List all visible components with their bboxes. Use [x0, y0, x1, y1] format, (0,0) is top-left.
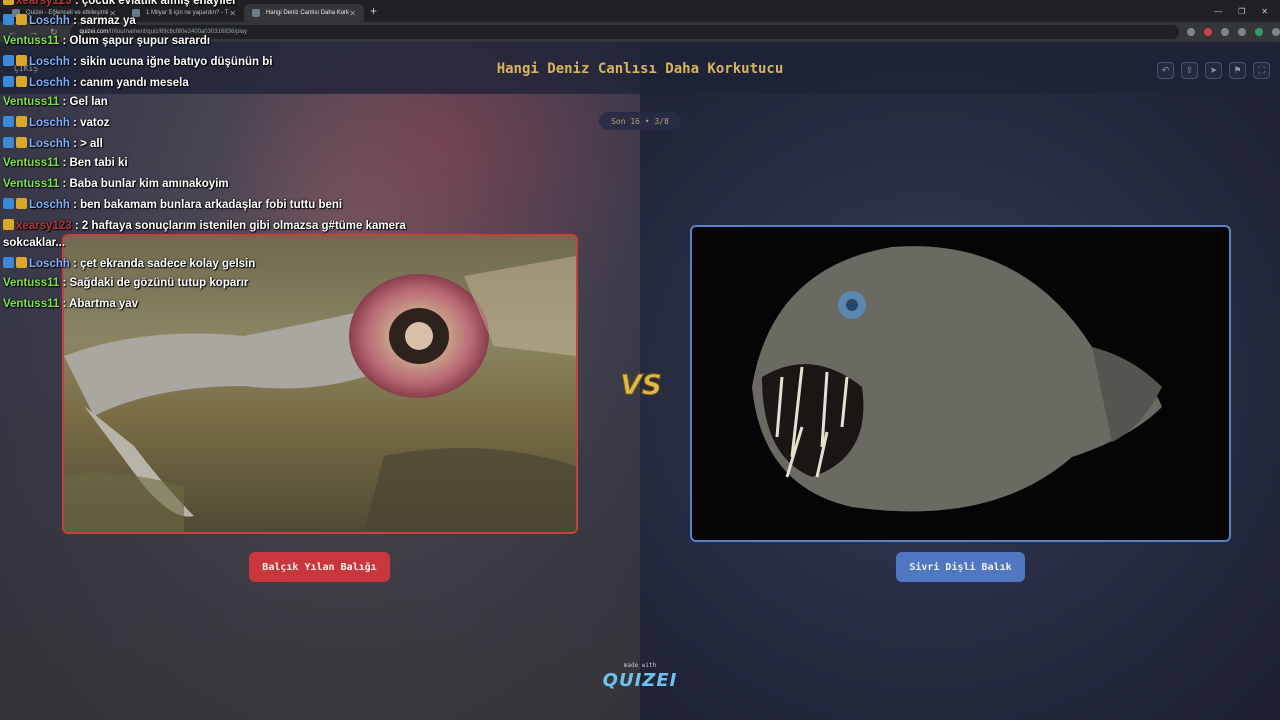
- chat-message: xearsy123 : 2 haftaya sonuçlarım istenil…: [3, 219, 406, 232]
- chat-text: : > all: [69, 138, 103, 150]
- menu-dots-icon[interactable]: [1272, 28, 1280, 36]
- chat-text: : Ben tabi ki: [59, 157, 128, 169]
- chat-text: : sikin ucuna iğne batıyo düşünün bi: [69, 56, 273, 68]
- share-icon[interactable]: ⇪: [1181, 62, 1198, 79]
- chat-text: : Sağdaki de gözünü tutup koparır: [59, 277, 249, 289]
- chat-username[interactable]: Ventuss11: [3, 35, 59, 47]
- left-option-button[interactable]: Balçık Yılan Balığı: [249, 552, 390, 582]
- chat-username[interactable]: Ventuss11: [3, 178, 59, 190]
- crown-badge-icon: [16, 198, 27, 209]
- chat-text: : çet ekranda sadece kolay gelsin: [69, 258, 256, 270]
- chat-message: Ventuss11 : Baba bunlar kim amınakoyim: [3, 178, 229, 190]
- prime-badge-icon: [3, 198, 14, 209]
- chat-text: : Gel lan: [59, 96, 108, 108]
- restore-icon[interactable]: ❐: [1238, 7, 1245, 16]
- chat-text: : 2 haftaya sonuçlarım istenilen gibi ol…: [71, 220, 406, 232]
- prime-badge-icon: [3, 14, 14, 25]
- prime-badge-icon: [3, 55, 14, 66]
- crown-badge-icon: [3, 219, 14, 230]
- chat-username[interactable]: Loschh: [29, 199, 70, 211]
- chat-username[interactable]: Loschh: [29, 56, 70, 68]
- brand-logo[interactable]: QUIZEI: [595, 670, 685, 691]
- chat-username[interactable]: Loschh: [29, 138, 70, 150]
- chat-text: : canım yandı mesela: [69, 77, 189, 89]
- right-option-card[interactable]: [690, 225, 1231, 542]
- chat-message: sokcaklar...: [3, 237, 65, 249]
- prime-badge-icon: [3, 76, 14, 87]
- crown-badge-icon: [16, 55, 27, 66]
- crown-badge-icon: [16, 137, 27, 148]
- chat-text: sokcaklar...: [3, 237, 66, 249]
- chat-message: Ventuss11 : Gel lan: [3, 96, 108, 108]
- chat-message: Loschh : canım yandı mesela: [3, 76, 189, 89]
- chat-text: : Baba bunlar kim amınakoyim: [59, 178, 229, 190]
- right-option-button[interactable]: Sivri Dişli Balık: [896, 552, 1025, 582]
- chat-username[interactable]: Ventuss11: [3, 96, 59, 108]
- chat-text: : çocuk evlatlık almış enayiler: [71, 0, 237, 7]
- prime-badge-icon: [3, 257, 14, 268]
- chat-username[interactable]: Loschh: [29, 117, 70, 129]
- extension-icon[interactable]: [1221, 28, 1229, 36]
- chat-message: Ventuss11 : Abartma yav: [3, 298, 138, 310]
- undo-icon[interactable]: ↶: [1157, 62, 1174, 79]
- chat-overlay: xearsy123 : çocuk evlatlık almış enayile…: [0, 0, 560, 320]
- crown-badge-icon: [16, 257, 27, 268]
- puzzle-icon[interactable]: [1238, 28, 1246, 36]
- chat-username[interactable]: xearsy123: [16, 0, 72, 7]
- chat-username[interactable]: Ventuss11: [3, 277, 59, 289]
- chat-text: : Olum şapur şupur sarardı: [59, 35, 211, 47]
- chat-message: Loschh : sarmaz ya: [3, 14, 136, 27]
- chat-text: : vatoz: [69, 117, 110, 129]
- chat-message: Loschh : ben bakamam bunlara arkadaşlar …: [3, 198, 342, 211]
- crown-badge-icon: [16, 116, 27, 127]
- made-with-label: made with: [623, 662, 657, 669]
- chat-username[interactable]: Ventuss11: [3, 157, 59, 169]
- round-badge: Son 16 • 3/8: [599, 112, 681, 130]
- chat-message: Loschh : çet ekranda sadece kolay gelsin: [3, 257, 255, 270]
- chat-text: : sarmaz ya: [69, 15, 136, 27]
- crown-badge-icon: [16, 14, 27, 25]
- chat-message: Loschh : sikin ucuna iğne batıyo düşünün…: [3, 55, 272, 68]
- chat-message: Loschh : vatoz: [3, 116, 110, 129]
- chat-text: : ben bakamam bunlara arkadaşlar fobi tu…: [69, 199, 343, 211]
- chat-username[interactable]: Loschh: [29, 77, 70, 89]
- chat-username[interactable]: Loschh: [29, 15, 70, 27]
- chat-message: xearsy123 : çocuk evlatlık almış enayile…: [3, 0, 237, 7]
- crown-badge-icon: [16, 76, 27, 87]
- crown-badge-icon: [3, 0, 14, 5]
- chat-text: : Abartma yav: [59, 298, 139, 310]
- close-window-icon[interactable]: ✕: [1261, 7, 1268, 16]
- bookmark-star-icon[interactable]: [1187, 28, 1195, 36]
- chat-username[interactable]: Loschh: [29, 258, 70, 270]
- fullscreen-icon[interactable]: ⛶: [1253, 62, 1270, 79]
- vs-icon: VS: [617, 360, 665, 408]
- prime-badge-icon: [3, 116, 14, 127]
- minimize-icon[interactable]: —: [1214, 7, 1222, 16]
- profile-avatar[interactable]: [1255, 28, 1263, 36]
- flag-icon[interactable]: ⚑: [1229, 62, 1246, 79]
- chat-message: Ventuss11 : Ben tabi ki: [3, 157, 128, 169]
- chat-message: Ventuss11 : Sağdaki de gözünü tutup kopa…: [3, 277, 248, 289]
- extension-icon[interactable]: [1204, 28, 1212, 36]
- chat-message: Loschh : > all: [3, 137, 103, 150]
- chat-username[interactable]: xearsy123: [16, 220, 72, 232]
- fangtooth-image: [752, 246, 1162, 512]
- svg-text:VS: VS: [620, 368, 662, 401]
- chat-message: Ventuss11 : Olum şapur şupur sarardı: [3, 35, 210, 47]
- send-icon[interactable]: ➤: [1205, 62, 1222, 79]
- prime-badge-icon: [3, 137, 14, 148]
- chat-username[interactable]: Ventuss11: [3, 298, 59, 310]
